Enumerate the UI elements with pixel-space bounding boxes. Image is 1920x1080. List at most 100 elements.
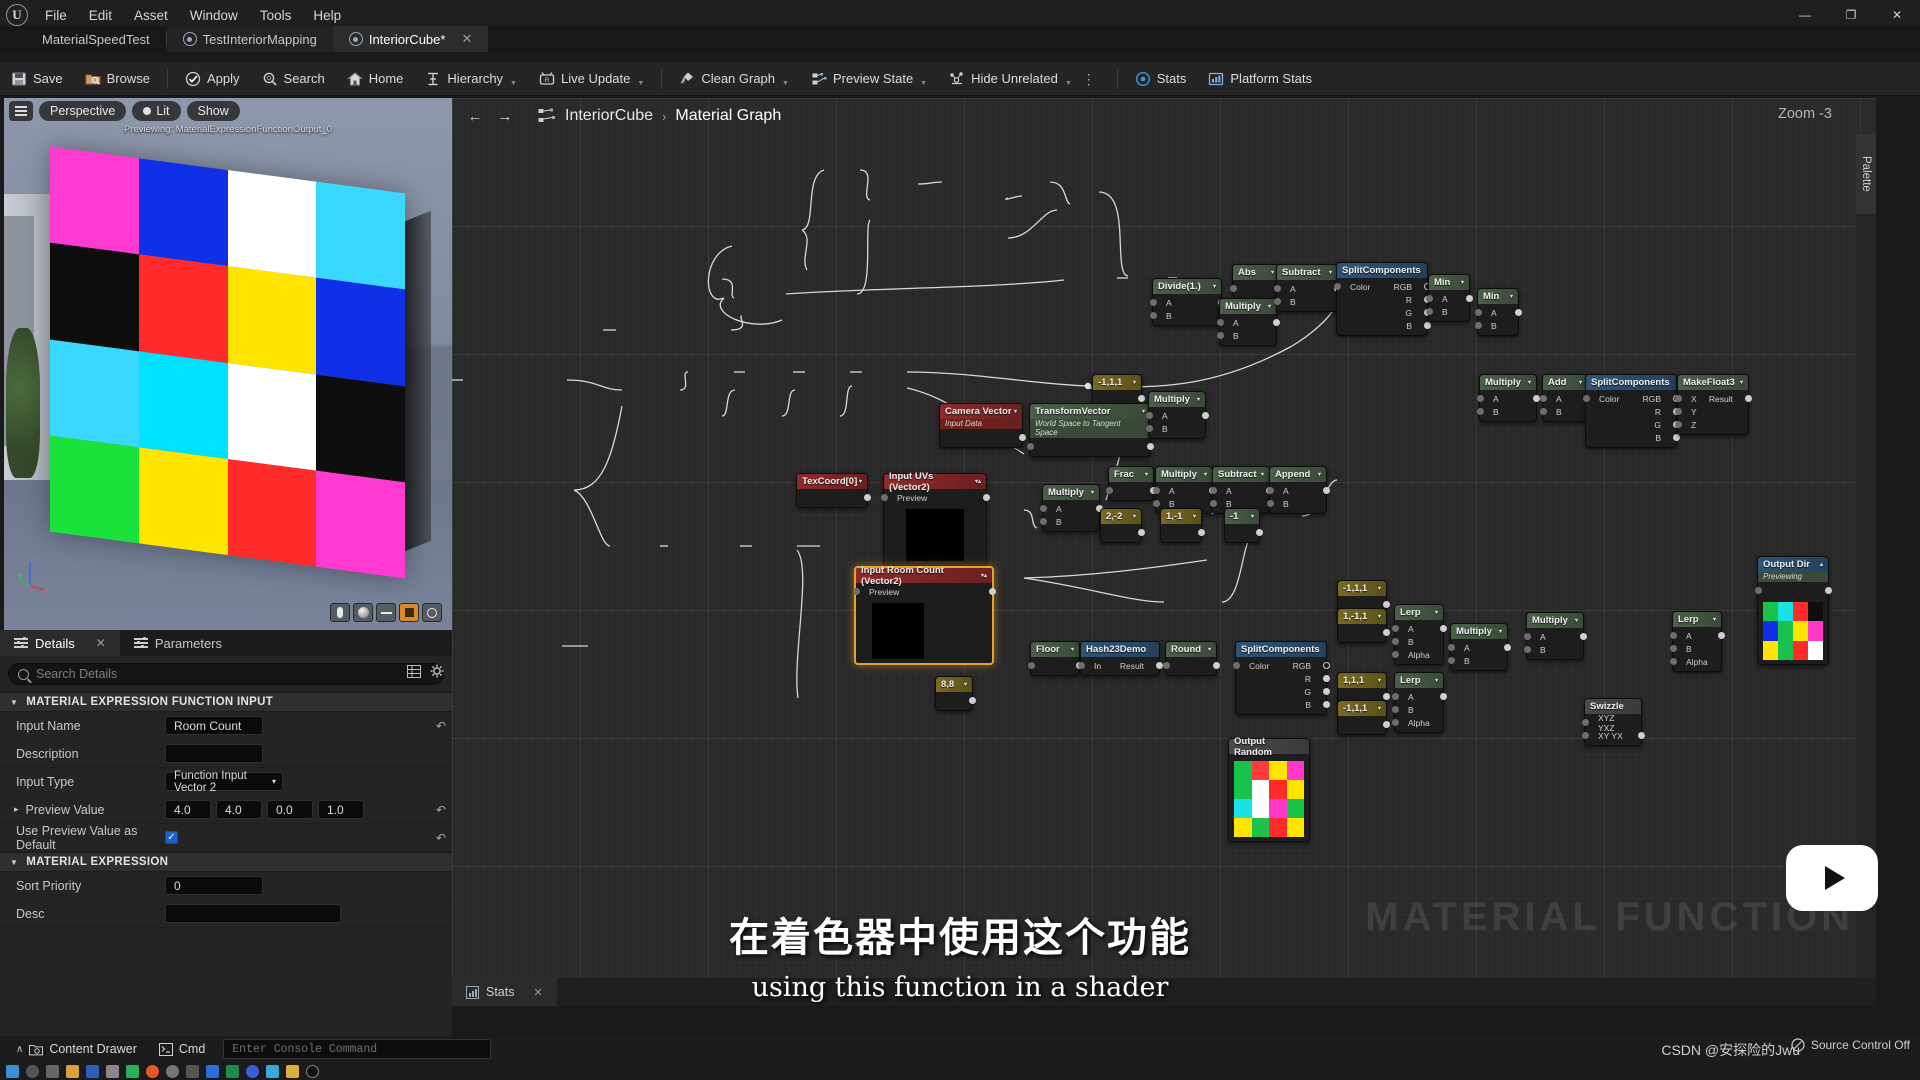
output-pin[interactable] — [1255, 529, 1263, 536]
home-button[interactable]: Home — [336, 62, 415, 96]
input-pin[interactable] — [1145, 412, 1153, 419]
chevron-down-icon[interactable]: ▾ — [1091, 489, 1094, 496]
output-pin[interactable] — [1532, 395, 1540, 402]
graph-back-button[interactable]: ← — [462, 105, 488, 127]
chevron-down-icon[interactable]: ▾ — [964, 681, 967, 688]
plane-preview-icon[interactable] — [376, 603, 396, 622]
input-pin[interactable] — [1105, 487, 1113, 494]
graph-node-multiply-top[interactable]: Multiply ▾ A B — [1216, 298, 1280, 346]
input-pin[interactable] — [1273, 285, 1281, 292]
graph-node-splitcomponents-mid[interactable]: SplitComponents Color RGB R G B — [1582, 374, 1680, 448]
windows-start-icon[interactable] — [6, 1064, 19, 1078]
graph-node-const-neg1[interactable]: -1 ▾ — [1224, 508, 1263, 543]
graph-node-add[interactable]: Add ▾ A B — [1539, 374, 1591, 422]
text-input[interactable] — [165, 904, 341, 923]
chevron-down-icon[interactable]: ▼ — [1065, 80, 1072, 87]
input-pin[interactable] — [1425, 295, 1433, 302]
tab-details[interactable]: Details ✕ — [0, 630, 120, 656]
graph-node-input-room-count[interactable]: Input Room Count (Vector2) ▾ ▴ Preview — [852, 565, 996, 665]
input-pin[interactable] — [1162, 662, 1170, 669]
app-icon[interactable] — [106, 1064, 119, 1078]
graph-node-multiply-mid-right[interactable]: Multiply ▾ A B — [1476, 374, 1540, 422]
graph-node-round[interactable]: Round ▾ — [1162, 641, 1220, 676]
chevron-down-icon[interactable]: ▾ — [1575, 617, 1578, 624]
cmd-button[interactable]: Cmd — [149, 1038, 215, 1060]
cube-preview-icon[interactable] — [399, 603, 419, 622]
output-pin[interactable] — [1212, 662, 1220, 669]
details-tab-close-icon[interactable]: ✕ — [96, 636, 106, 650]
output-pin[interactable] — [1201, 412, 1209, 419]
graph-node-texcoord[interactable]: TexCoord[0] ▾ — [796, 473, 871, 508]
menu-asset[interactable]: Asset — [123, 6, 179, 25]
chevron-down-icon[interactable]: ▼ — [782, 80, 789, 87]
input-pin[interactable] — [1039, 518, 1047, 525]
input-pin[interactable] — [1476, 395, 1484, 402]
graph-node-makefloat3[interactable]: MakeFloat3 ▾ X Result Y Z — [1674, 374, 1752, 435]
graph-node-input-uvs[interactable]: Input UVs (Vector2) ▾ ▴ Preview — [880, 471, 990, 566]
graph-node-floor[interactable]: Floor ▾ — [1027, 641, 1083, 676]
search-icon[interactable] — [26, 1064, 39, 1078]
input-pin[interactable] — [1476, 408, 1484, 415]
tab-stats[interactable]: Stats ✕ — [452, 978, 557, 1006]
palette-tab[interactable]: Palette — [1856, 134, 1876, 214]
graph-node-splitcomponents-bot[interactable]: SplitComponents Color RGB R G B — [1232, 641, 1330, 715]
input-pin[interactable] — [1474, 309, 1482, 316]
vector-component-y[interactable]: 4.0 — [216, 800, 262, 819]
graph-node-const-1neg11[interactable]: 1,-1,1 ▾ — [1337, 608, 1390, 643]
graph-node-append[interactable]: Append ▾ A B — [1266, 466, 1330, 514]
input-pin[interactable] — [1391, 706, 1399, 713]
search-details-input[interactable]: Search Details — [8, 663, 444, 685]
text-input[interactable] — [165, 744, 263, 763]
graph-node-min-2[interactable]: Min ▾ A B — [1474, 288, 1522, 336]
vector-component-z[interactable]: 0.0 — [267, 800, 313, 819]
graph-node-const-1-1[interactable]: 1,-1 ▾ — [1160, 508, 1205, 543]
details-section-header[interactable]: ▼ MATERIAL EXPRESSION FUNCTION INPUT — [0, 692, 452, 712]
input-pin[interactable] — [1216, 319, 1224, 326]
chevron-up-icon[interactable]: ▴ — [978, 478, 981, 485]
checkmark-app-icon[interactable] — [126, 1064, 139, 1078]
input-pin[interactable] — [1149, 299, 1157, 306]
chevron-down-icon[interactable]: ▼ — [637, 80, 644, 87]
input-pin[interactable] — [1425, 308, 1433, 315]
material-graph-canvas[interactable]: ← → InteriorCube › Material Graph Zoom -… — [452, 98, 1876, 978]
graph-forward-button[interactable]: → — [492, 105, 518, 127]
chrome-icon[interactable] — [146, 1064, 159, 1078]
graph-node-min-1[interactable]: Min ▾ A B — [1425, 274, 1473, 322]
chevron-down-icon[interactable]: ▾ — [1193, 513, 1196, 520]
tab-interiorcube[interactable]: InteriorCube* ✕ — [332, 26, 489, 52]
search-button[interactable]: Search — [251, 62, 336, 96]
viewport-perspective-button[interactable]: Perspective — [39, 101, 127, 121]
output-pin[interactable] — [1382, 629, 1390, 636]
checkbox[interactable]: ✓ — [165, 831, 178, 844]
vector-component-x[interactable]: 4.0 — [165, 800, 211, 819]
chevron-down-icon[interactable]: ▾ — [1713, 616, 1716, 623]
input-pin[interactable] — [1754, 587, 1762, 594]
output-pin[interactable] — [1322, 662, 1330, 669]
input-pin[interactable] — [1447, 657, 1455, 664]
tab-testinteriormapping[interactable]: TestInteriorMapping — [166, 26, 333, 52]
graph-node-subtract-mid[interactable]: Subtract ▾ A B — [1209, 466, 1273, 514]
output-pin[interactable] — [968, 697, 976, 704]
input-pin[interactable] — [1232, 662, 1240, 669]
graph-node-subtract-top[interactable]: Subtract ▾ A B — [1273, 264, 1341, 312]
sphere-preview-icon[interactable] — [353, 603, 373, 622]
chevron-down-icon[interactable]: ▾ — [1142, 408, 1145, 415]
chevron-down-icon[interactable]: ▼ — [920, 80, 927, 87]
menu-window[interactable]: Window — [179, 6, 249, 25]
chevron-down-icon[interactable]: ▾ — [1204, 471, 1207, 478]
app-icon[interactable] — [266, 1064, 279, 1078]
graph-node-camera-vector[interactable]: Camera Vector ▾ Input Data — [939, 403, 1026, 448]
chevron-down-icon[interactable]: ▼ — [510, 80, 517, 87]
excel-icon[interactable] — [226, 1064, 239, 1078]
output-pin[interactable] — [1465, 295, 1473, 302]
input-pin[interactable] — [1026, 443, 1034, 450]
graph-node-multiply-uv[interactable]: Multiply ▾ A B — [1039, 484, 1103, 532]
output-pin[interactable] — [1322, 701, 1330, 708]
chevron-up-icon[interactable]: ▴ — [1820, 561, 1823, 568]
output-pin[interactable] — [1637, 732, 1645, 739]
live-update-button[interactable]: R Live Update ▼ — [528, 62, 655, 96]
source-control-status[interactable]: Source Control Off — [1791, 1038, 1910, 1052]
chevron-down-icon[interactable]: ▾ — [1510, 293, 1513, 300]
graph-node-abs[interactable]: Abs ▾ — [1229, 264, 1283, 299]
chevron-down-icon[interactable]: ▾ — [1271, 269, 1274, 276]
